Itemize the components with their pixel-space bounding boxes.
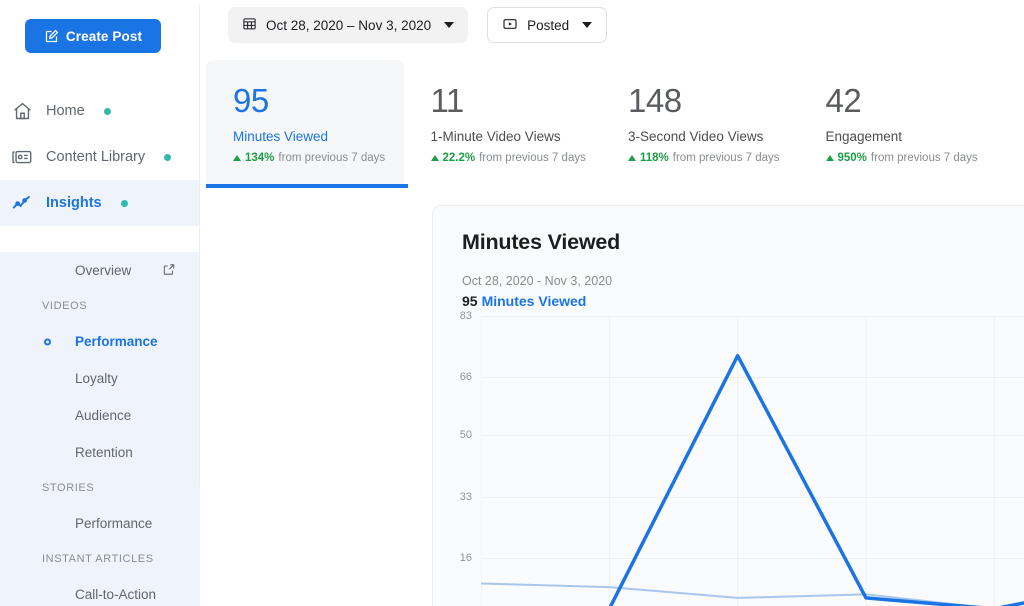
chart-legend: 95 Minutes Viewed: [462, 293, 586, 309]
main-content: Oct 28, 2020 – Nov 3, 2020 Posted 95 Min…: [200, 0, 1024, 606]
external-link-icon[interactable]: [162, 262, 176, 279]
metric-delta: 134% from previous 7 days: [233, 152, 404, 164]
metric-value: 11: [430, 82, 465, 119]
chart-legend-value: 95: [462, 293, 478, 309]
chart-legend-name: Minutes Viewed: [481, 293, 587, 309]
metric-cards-row: 95 Minutes Viewed 134% from previous 7 d…: [206, 60, 996, 188]
subnav-header-stories: STORIES: [42, 482, 95, 494]
insights-chart-icon: [10, 191, 34, 215]
insights-subnav: Overview VIDEOS Performance Loyalty Audi…: [0, 252, 200, 606]
subnav-header-videos: VIDEOS: [42, 300, 88, 312]
filters-toolbar: Oct 28, 2020 – Nov 3, 2020 Posted: [228, 7, 608, 43]
date-range-selector[interactable]: Oct 28, 2020 – Nov 3, 2020: [228, 7, 469, 43]
home-status-dot: [103, 107, 111, 115]
chevron-down-icon: [582, 22, 593, 28]
post-status-selector[interactable]: Posted: [487, 7, 608, 43]
metric-card-1-minute-video-views[interactable]: 11 1-Minute Video Views 22.2% from previ…: [404, 60, 602, 188]
selected-bullet-icon: [44, 338, 51, 345]
metric-label: Minutes Viewed: [233, 129, 329, 144]
metric-value: 95: [233, 82, 269, 119]
metric-delta-value: 950%: [837, 152, 867, 164]
primary-nav: Home Content Library Insights: [0, 88, 200, 226]
y-axis-tick-label: 16: [459, 552, 472, 565]
metric-label: 1-Minute Video Views: [430, 129, 561, 144]
metric-delta: 118% from previous 7 days: [628, 152, 799, 164]
sidebar-item-audience[interactable]: Audience: [0, 397, 200, 434]
metric-card-engagement[interactable]: 42 Engagement 950% from previous 7 days: [799, 60, 997, 188]
metric-value: 148: [628, 82, 682, 119]
metric-delta: 22.2% from previous 7 days: [430, 152, 602, 164]
trend-up-icon: [628, 155, 636, 161]
metric-delta-suffix: from previous 7 days: [870, 152, 978, 164]
sidebar-item-audience-label: Audience: [75, 408, 132, 423]
sidebar-item-home-label: Home: [46, 103, 85, 119]
minutes-viewed-chart-panel: Minutes Viewed Oct 28, 2020 - Nov 3, 202…: [432, 205, 1024, 606]
chevron-down-icon: [444, 22, 455, 28]
insights-status-dot: [120, 199, 128, 207]
sidebar-item-loyalty[interactable]: Loyalty: [0, 360, 200, 397]
sidebar-item-home[interactable]: Home: [0, 88, 200, 134]
sidebar-item-overview-label: Overview: [75, 263, 132, 278]
creator-studio-insights-page: Create Post Home Content Library Insight…: [0, 0, 1024, 606]
sidebar-item-stories-performance[interactable]: Performance: [0, 505, 200, 542]
post-status-label: Posted: [527, 17, 570, 33]
y-axis-tick-label: 83: [459, 310, 472, 322]
line-chart-svg: [481, 316, 1024, 606]
metric-label: Engagement: [825, 129, 903, 144]
compose-icon: [45, 29, 59, 42]
sidebar-item-call-to-action[interactable]: Call-to-Action: [0, 576, 200, 606]
create-post-label: Create Post: [65, 28, 143, 44]
create-post-button[interactable]: Create Post: [25, 19, 161, 53]
trend-up-icon: [430, 155, 439, 161]
sidebar-item-loyalty-label: Loyalty: [75, 371, 118, 386]
sidebar-item-content-library[interactable]: Content Library: [0, 134, 200, 180]
sidebar-item-retention-label: Retention: [75, 445, 133, 460]
sidebar-item-insights[interactable]: Insights: [0, 180, 200, 226]
metric-card-minutes-viewed[interactable]: 95 Minutes Viewed 134% from previous 7 d…: [206, 60, 408, 188]
sidebar-item-insights-label: Insights: [46, 195, 102, 211]
metric-delta-value: 22.2%: [442, 152, 476, 164]
metric-delta: 950% from previous 7 days: [825, 152, 997, 164]
chart-plot-area[interactable]: 01633506683: [460, 310, 1024, 606]
content-library-icon: [10, 145, 34, 169]
metric-delta-value: 134%: [245, 152, 275, 164]
sidebar-item-call-to-action-label: Call-to-Action: [75, 587, 157, 602]
chart-series-line: [481, 582, 979, 606]
sidebar-item-videos-performance[interactable]: Performance: [0, 323, 200, 360]
metric-delta-suffix: from previous 7 days: [479, 152, 586, 164]
content-library-status-dot: [164, 153, 172, 161]
trend-up-icon: [233, 155, 241, 161]
metric-value: 42: [825, 82, 862, 119]
metric-label: 3-Second Video Views: [628, 129, 764, 144]
sidebar-item-retention[interactable]: Retention: [0, 434, 200, 471]
trend-up-icon: [825, 155, 834, 161]
y-axis-tick-label: 50: [459, 429, 472, 442]
calendar-icon: [242, 16, 257, 34]
metric-delta-suffix: from previous 7 days: [278, 152, 386, 164]
chart-date-range: Oct 28, 2020 - Nov 3, 2020: [462, 274, 613, 288]
video-play-icon: [502, 16, 518, 35]
sidebar-item-videos-performance-label: Performance: [75, 334, 158, 349]
sidebar-item-overview[interactable]: Overview: [0, 252, 200, 289]
metric-card-3-second-video-views[interactable]: 148 3-Second Video Views 118% from previ…: [601, 60, 799, 188]
sidebar-item-content-library-label: Content Library: [46, 149, 146, 165]
sidebar: Create Post Home Content Library Insight…: [0, 0, 200, 606]
metric-delta-suffix: from previous 7 days: [672, 152, 780, 164]
subnav-header-instant-articles: INSTANT ARTICLES: [42, 553, 154, 565]
chart-title: Minutes Viewed: [462, 230, 621, 254]
sidebar-item-stories-performance-label: Performance: [75, 516, 153, 531]
home-icon: [10, 99, 34, 123]
y-axis-tick-label: 33: [459, 490, 472, 503]
y-axis-tick-label: 66: [459, 371, 472, 384]
metric-delta-value: 118%: [640, 152, 669, 164]
chart-series-line: [608, 354, 1024, 606]
date-range-label: Oct 28, 2020 – Nov 3, 2020: [266, 17, 432, 33]
